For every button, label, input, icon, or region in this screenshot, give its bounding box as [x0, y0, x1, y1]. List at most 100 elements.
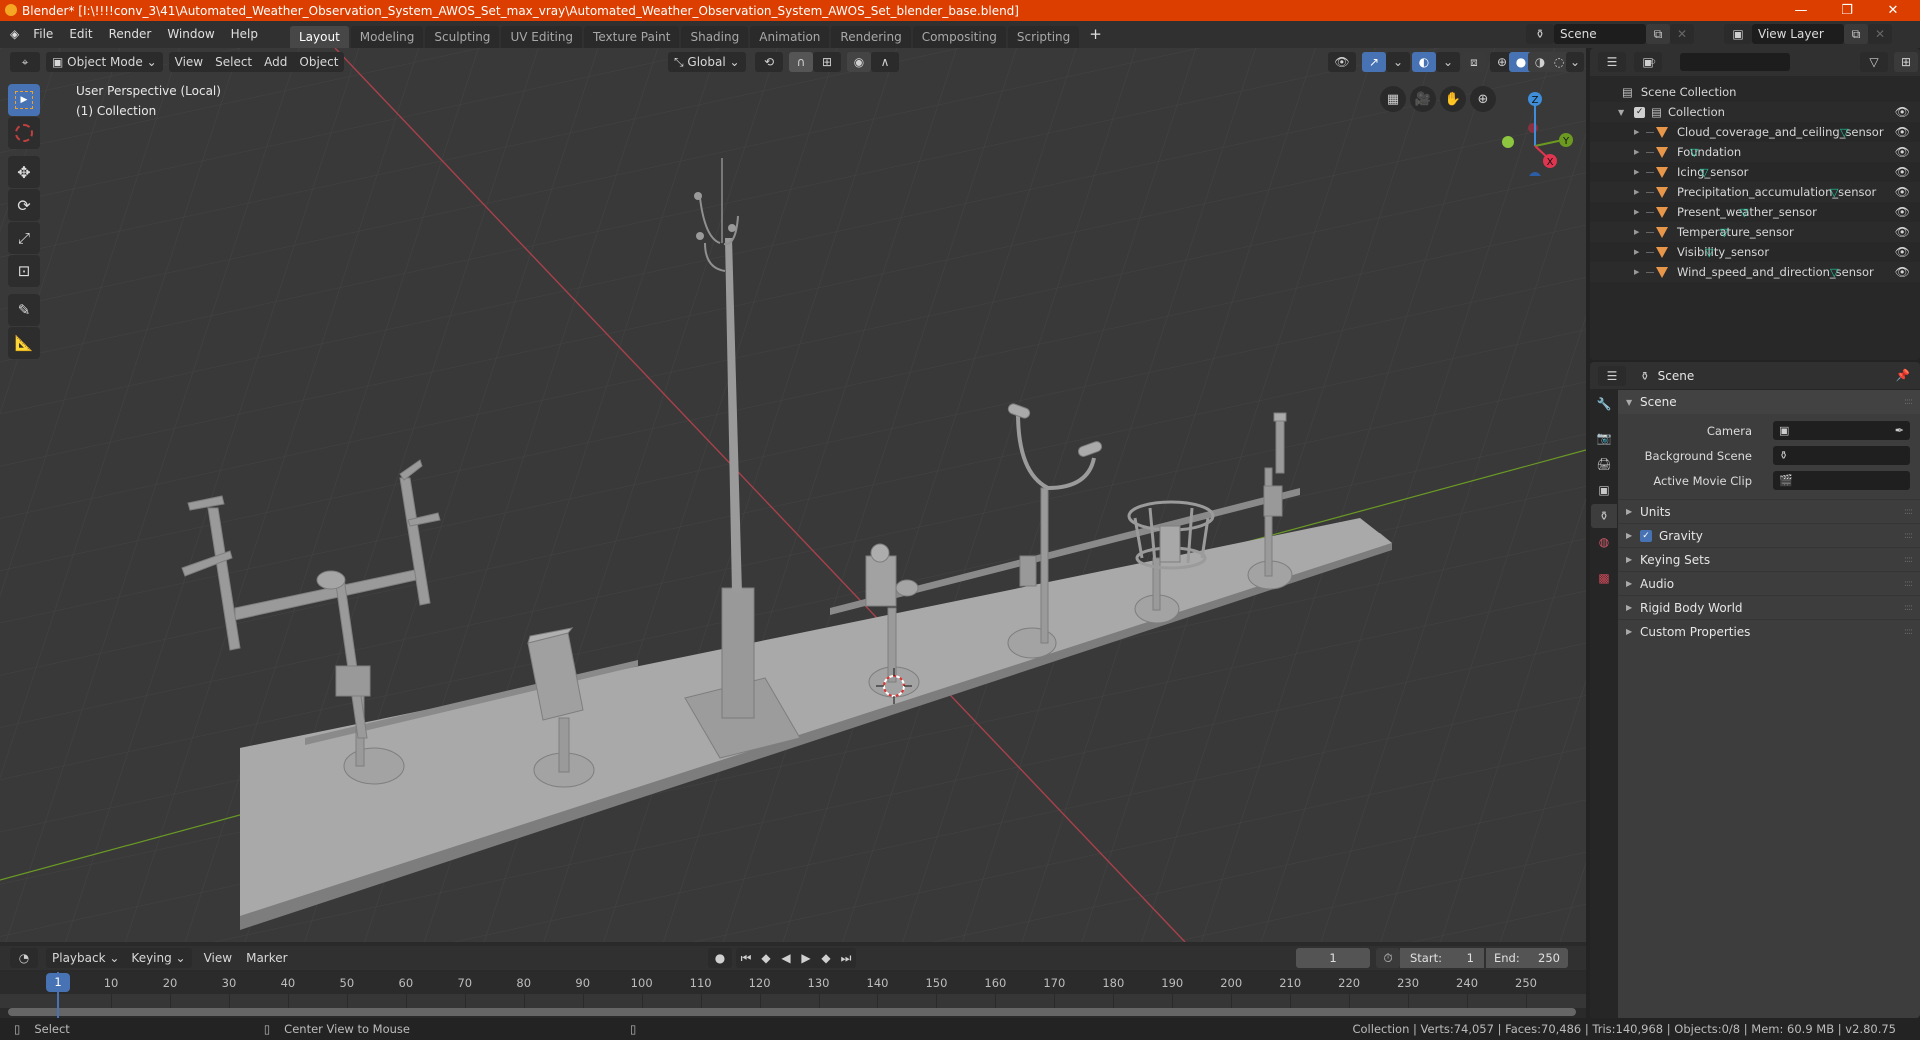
new-view-layer-icon[interactable]: ⧉: [1844, 24, 1868, 44]
properties-editor-type-icon[interactable]: ☰: [1598, 365, 1626, 386]
subpanel-custom-properties[interactable]: ▶ Custom Properties::::: [1618, 619, 1920, 643]
close-button[interactable]: ✕: [1870, 0, 1916, 21]
drag-grip-icon[interactable]: ::::: [1904, 555, 1913, 565]
menu-window[interactable]: Window: [159, 21, 222, 48]
overlays-dropdown-icon[interactable]: ⌄: [1436, 52, 1460, 72]
rotate-tool[interactable]: ⟳: [8, 189, 40, 221]
tab-view-layer[interactable]: ▣: [1591, 478, 1617, 502]
filter-icon[interactable]: ▽: [1860, 52, 1888, 72]
subpanel-keying-sets[interactable]: ▶ Keying Sets::::: [1618, 547, 1920, 571]
new-collection-icon[interactable]: ⊞: [1894, 52, 1918, 72]
tab-world[interactable]: ◍: [1591, 530, 1617, 554]
scene-name-field[interactable]: Scene: [1554, 24, 1646, 44]
prev-keyframe-icon[interactable]: ◆: [756, 948, 776, 968]
mesh-data-icon[interactable]: ▽: [1830, 186, 1838, 199]
workspace-tab-uv-editing[interactable]: UV Editing: [501, 25, 583, 48]
workspace-tab-scripting[interactable]: Scripting: [1007, 25, 1080, 48]
subpanel-audio[interactable]: ▶ Audio::::: [1618, 571, 1920, 595]
transform-tool[interactable]: ⊡: [8, 255, 40, 287]
editor-type-icon[interactable]: ⌖: [10, 52, 40, 72]
outliner-object-row[interactable]: ▶ Precipitation_accumulation_sensor ▽ 👁: [1590, 182, 1920, 202]
select-box-tool[interactable]: ▶: [8, 84, 40, 116]
toggle-ortho-icon[interactable]: ▦: [1380, 86, 1406, 112]
tree-item-collection[interactable]: ▼ ✓ ▤ Collection 👁: [1590, 102, 1920, 122]
outliner-editor-type-icon[interactable]: ☰: [1598, 52, 1626, 72]
menu-view[interactable]: View: [169, 52, 209, 72]
outliner-object-row[interactable]: ▶ Present_weather_sensor ▽ 👁: [1590, 202, 1920, 222]
visibility-eye-icon[interactable]: 👁: [1895, 185, 1910, 199]
add-workspace-button[interactable]: +: [1081, 21, 1110, 48]
camera-field[interactable]: ▣ ✒: [1773, 421, 1910, 440]
drag-grip-icon[interactable]: ::::: [1904, 627, 1913, 637]
move-tool[interactable]: ✥: [8, 156, 40, 188]
outliner-object-row[interactable]: ▶ Cloud_coverage_and_ceiling_sensor ▽ 👁: [1590, 122, 1920, 142]
visibility-eye-icon[interactable]: 👁: [1895, 225, 1910, 239]
timeline-marker-menu[interactable]: Marker: [240, 948, 293, 968]
start-frame-field[interactable]: Start: 1: [1400, 948, 1484, 968]
visibility-eye-icon[interactable]: 👁: [1895, 165, 1910, 179]
expand-arrow-icon[interactable]: ▶: [1634, 208, 1646, 216]
use-preview-range-icon[interactable]: ⏱: [1376, 948, 1400, 968]
blender-menu-icon[interactable]: ◈: [0, 21, 25, 48]
gizmo-toggle-icon[interactable]: ↗: [1362, 52, 1386, 72]
mode-dropdown[interactable]: ▣ Object Mode ⌄: [46, 52, 163, 72]
expand-arrow-icon[interactable]: ▶: [1634, 268, 1646, 276]
menu-object[interactable]: Object: [293, 52, 344, 72]
workspace-tab-shading[interactable]: Shading: [681, 25, 749, 48]
visibility-eye-icon[interactable]: 👁: [1895, 265, 1910, 279]
tab-render[interactable]: 📷: [1591, 426, 1617, 450]
drag-grip-icon[interactable]: ::::: [1904, 531, 1913, 541]
navigation-gizmo[interactable]: Z Y X: [1490, 86, 1580, 176]
next-keyframe-icon[interactable]: ◆: [816, 948, 836, 968]
outliner-object-row[interactable]: ▶ Temperature_sensor ▽ 👁: [1590, 222, 1920, 242]
playhead-frame-badge[interactable]: 1: [46, 973, 70, 992]
jump-start-icon[interactable]: ⏮: [736, 948, 756, 968]
scene-panel-header[interactable]: ▼ Scene ::::: [1618, 390, 1920, 414]
workspace-tab-animation[interactable]: Animation: [750, 25, 830, 48]
timeline-track[interactable]: [0, 994, 1586, 1008]
visibility-eye-icon[interactable]: 👁: [1895, 105, 1910, 119]
view-layer-name-field[interactable]: View Layer: [1752, 24, 1844, 44]
mesh-data-icon[interactable]: ▽: [1700, 166, 1708, 179]
play-icon[interactable]: ▶: [796, 948, 816, 968]
menu-file[interactable]: File: [25, 21, 61, 48]
gravity-checkbox[interactable]: ✓: [1640, 529, 1652, 542]
subpanel-rigid-body-world[interactable]: ▶ Rigid Body World::::: [1618, 595, 1920, 619]
mesh-data-icon[interactable]: ▽: [1690, 146, 1698, 159]
snap-toggle-icon[interactable]: ∩: [789, 52, 813, 72]
timeline-editor-type-icon[interactable]: ◔: [10, 948, 38, 968]
workspace-tab-compositing[interactable]: Compositing: [912, 25, 1006, 48]
display-mode-icon[interactable]: ▣: [1634, 52, 1662, 72]
workspace-tab-rendering[interactable]: Rendering: [831, 25, 911, 48]
timeline-view-menu[interactable]: View: [198, 948, 238, 968]
outliner-object-row[interactable]: ▶ Foundation ▽ 👁: [1590, 142, 1920, 162]
menu-help[interactable]: Help: [223, 21, 266, 48]
drag-grip-icon[interactable]: ::::: [1904, 603, 1913, 613]
cursor-tool[interactable]: [8, 117, 40, 149]
delete-scene-icon[interactable]: ✕: [1670, 24, 1694, 44]
play-reverse-icon[interactable]: ◀: [776, 948, 796, 968]
maximize-button[interactable]: ❐: [1824, 0, 1870, 21]
minimize-button[interactable]: —: [1778, 0, 1824, 21]
menu-select[interactable]: Select: [209, 52, 258, 72]
workspace-tab-sculpting[interactable]: Sculpting: [425, 25, 500, 48]
tab-output[interactable]: 🖨: [1591, 452, 1617, 476]
visibility-eye-icon[interactable]: 👁: [1895, 205, 1910, 219]
record-button[interactable]: ●: [708, 948, 732, 968]
active-movie-clip-field[interactable]: 🎬: [1773, 471, 1910, 490]
scene-selector-icon[interactable]: ⚱: [1526, 24, 1554, 44]
outliner-object-row[interactable]: ▶ Visibility_sensor ▽ 👁: [1590, 242, 1920, 262]
overlays-toggle-icon[interactable]: ◐: [1412, 52, 1436, 72]
expand-arrow-icon[interactable]: ▶: [1634, 168, 1646, 176]
drag-grip-icon[interactable]: ::::: [1904, 507, 1913, 517]
menu-render[interactable]: Render: [101, 21, 160, 48]
measure-tool[interactable]: 📐: [8, 327, 40, 359]
snap-target-icon[interactable]: ⊞: [813, 52, 841, 72]
jump-end-icon[interactable]: ⏭: [836, 948, 856, 968]
drag-grip-icon[interactable]: ::::: [1904, 397, 1913, 407]
selectability-icon[interactable]: 👁: [1328, 52, 1356, 72]
gizmo-dropdown-icon[interactable]: ⌄: [1386, 52, 1410, 72]
pan-view-icon[interactable]: ✋: [1440, 86, 1466, 112]
mesh-data-icon[interactable]: ▽: [1740, 206, 1748, 219]
current-frame-field[interactable]: 1: [1296, 948, 1370, 968]
